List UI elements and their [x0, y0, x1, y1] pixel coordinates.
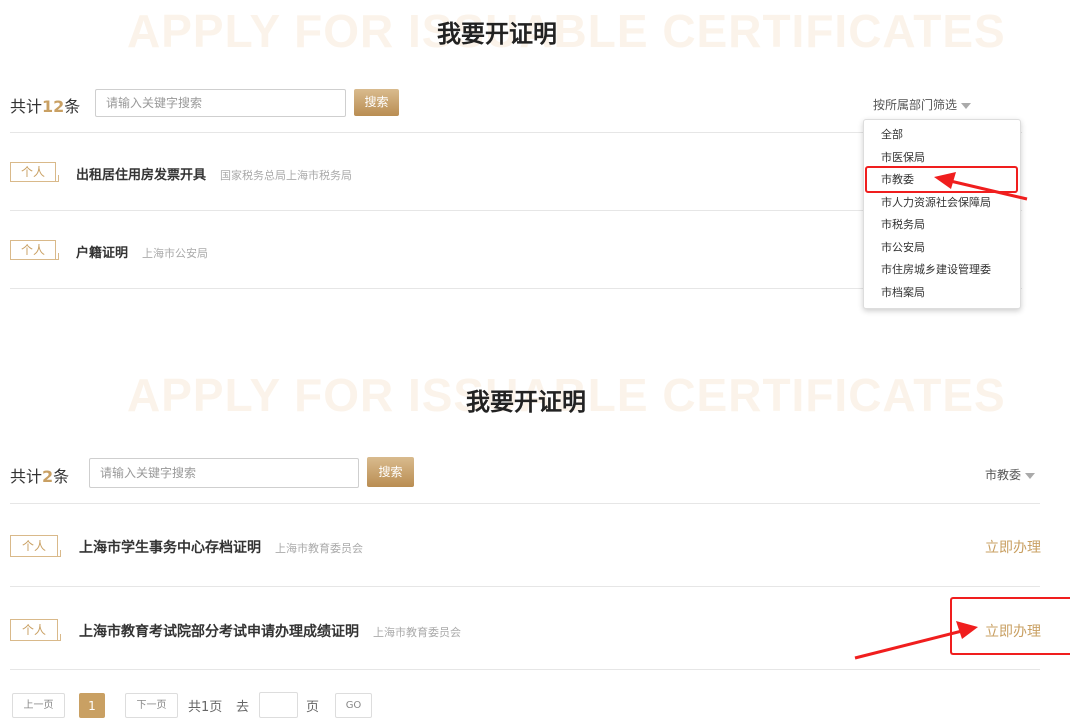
service-item[interactable]: 出租居住用房发票开具 国家税务总局上海市税务局 [76, 164, 352, 183]
divider [10, 669, 1040, 670]
search-input[interactable]: 请输入关键字搜索 [89, 458, 359, 488]
prev-page-button[interactable]: 上一页 [12, 693, 65, 718]
total-pages: 共1页 [188, 700, 223, 715]
dropdown-item-archives[interactable]: 市档案局 [864, 282, 1020, 305]
page-title: 我要开证明 [466, 388, 586, 416]
annotation-arrow-icon [934, 172, 1028, 201]
dropdown-item-all[interactable]: 全部 [864, 124, 1020, 147]
page-unit-label: 页 [306, 700, 320, 715]
go-button[interactable]: GO [335, 693, 372, 718]
service-department: 上海市教育委员会 [275, 542, 363, 555]
page-title: 我要开证明 [437, 20, 557, 48]
department-dropdown: 全部 市医保局 市教委 市人力资源社会保障局 市税务局 市公安局 市住房城乡建设… [863, 119, 1021, 309]
service-item[interactable]: 户籍证明 上海市公安局 [76, 242, 208, 261]
search-button[interactable]: 搜索 [354, 89, 399, 116]
result-count-number: 2 [42, 467, 54, 486]
search-input[interactable]: 请输入关键字搜索 [95, 89, 346, 117]
apply-now-link[interactable]: 立即办理 [985, 537, 1041, 557]
chevron-down-icon [1025, 472, 1036, 479]
result-count: 共计2条 [10, 467, 70, 486]
service-title[interactable]: 出租居住用房发票开具 [76, 168, 206, 183]
service-title[interactable]: 上海市学生事务中心存档证明 [79, 540, 261, 556]
tag-personal: 个人 [10, 619, 61, 641]
department-filter[interactable]: 按所属部门筛选 [873, 96, 972, 113]
tag-personal: 个人 [10, 535, 61, 557]
tag-personal: 个人 [10, 240, 59, 260]
annotation-arrow-icon [854, 621, 978, 660]
service-item[interactable]: 上海市教育考试院部分考试申请办理成绩证明 上海市教育委员会 [79, 621, 461, 641]
divider [10, 503, 1040, 504]
result-count: 共计12条 [10, 97, 81, 116]
department-filter[interactable]: 市教委 [985, 466, 1036, 483]
service-department: 上海市教育委员会 [373, 626, 461, 639]
search-button[interactable]: 搜索 [367, 457, 414, 487]
current-page-button[interactable]: 1 [79, 693, 105, 718]
service-item[interactable]: 上海市学生事务中心存档证明 上海市教育委员会 [79, 537, 363, 557]
service-title[interactable]: 户籍证明 [76, 246, 128, 261]
tag-personal: 个人 [10, 162, 59, 182]
service-department: 上海市公安局 [142, 247, 209, 260]
goto-label: 去 [236, 700, 250, 715]
watermark-text: APPLY FOR ISSUABLE CERTIFICATES [127, 5, 1006, 57]
service-department: 国家税务总局上海市税务局 [220, 169, 353, 182]
dropdown-item-housing[interactable]: 市住房城乡建设管理委 [864, 259, 1020, 282]
service-title[interactable]: 上海市教育考试院部分考试申请办理成绩证明 [79, 624, 359, 640]
next-page-button[interactable]: 下一页 [125, 693, 178, 718]
dropdown-item-tax[interactable]: 市税务局 [864, 214, 1020, 237]
dropdown-item-public-security[interactable]: 市公安局 [864, 237, 1020, 260]
page-number-input[interactable] [259, 692, 298, 718]
result-count-number: 12 [42, 97, 65, 116]
chevron-down-icon [961, 102, 972, 109]
divider [10, 586, 1040, 587]
